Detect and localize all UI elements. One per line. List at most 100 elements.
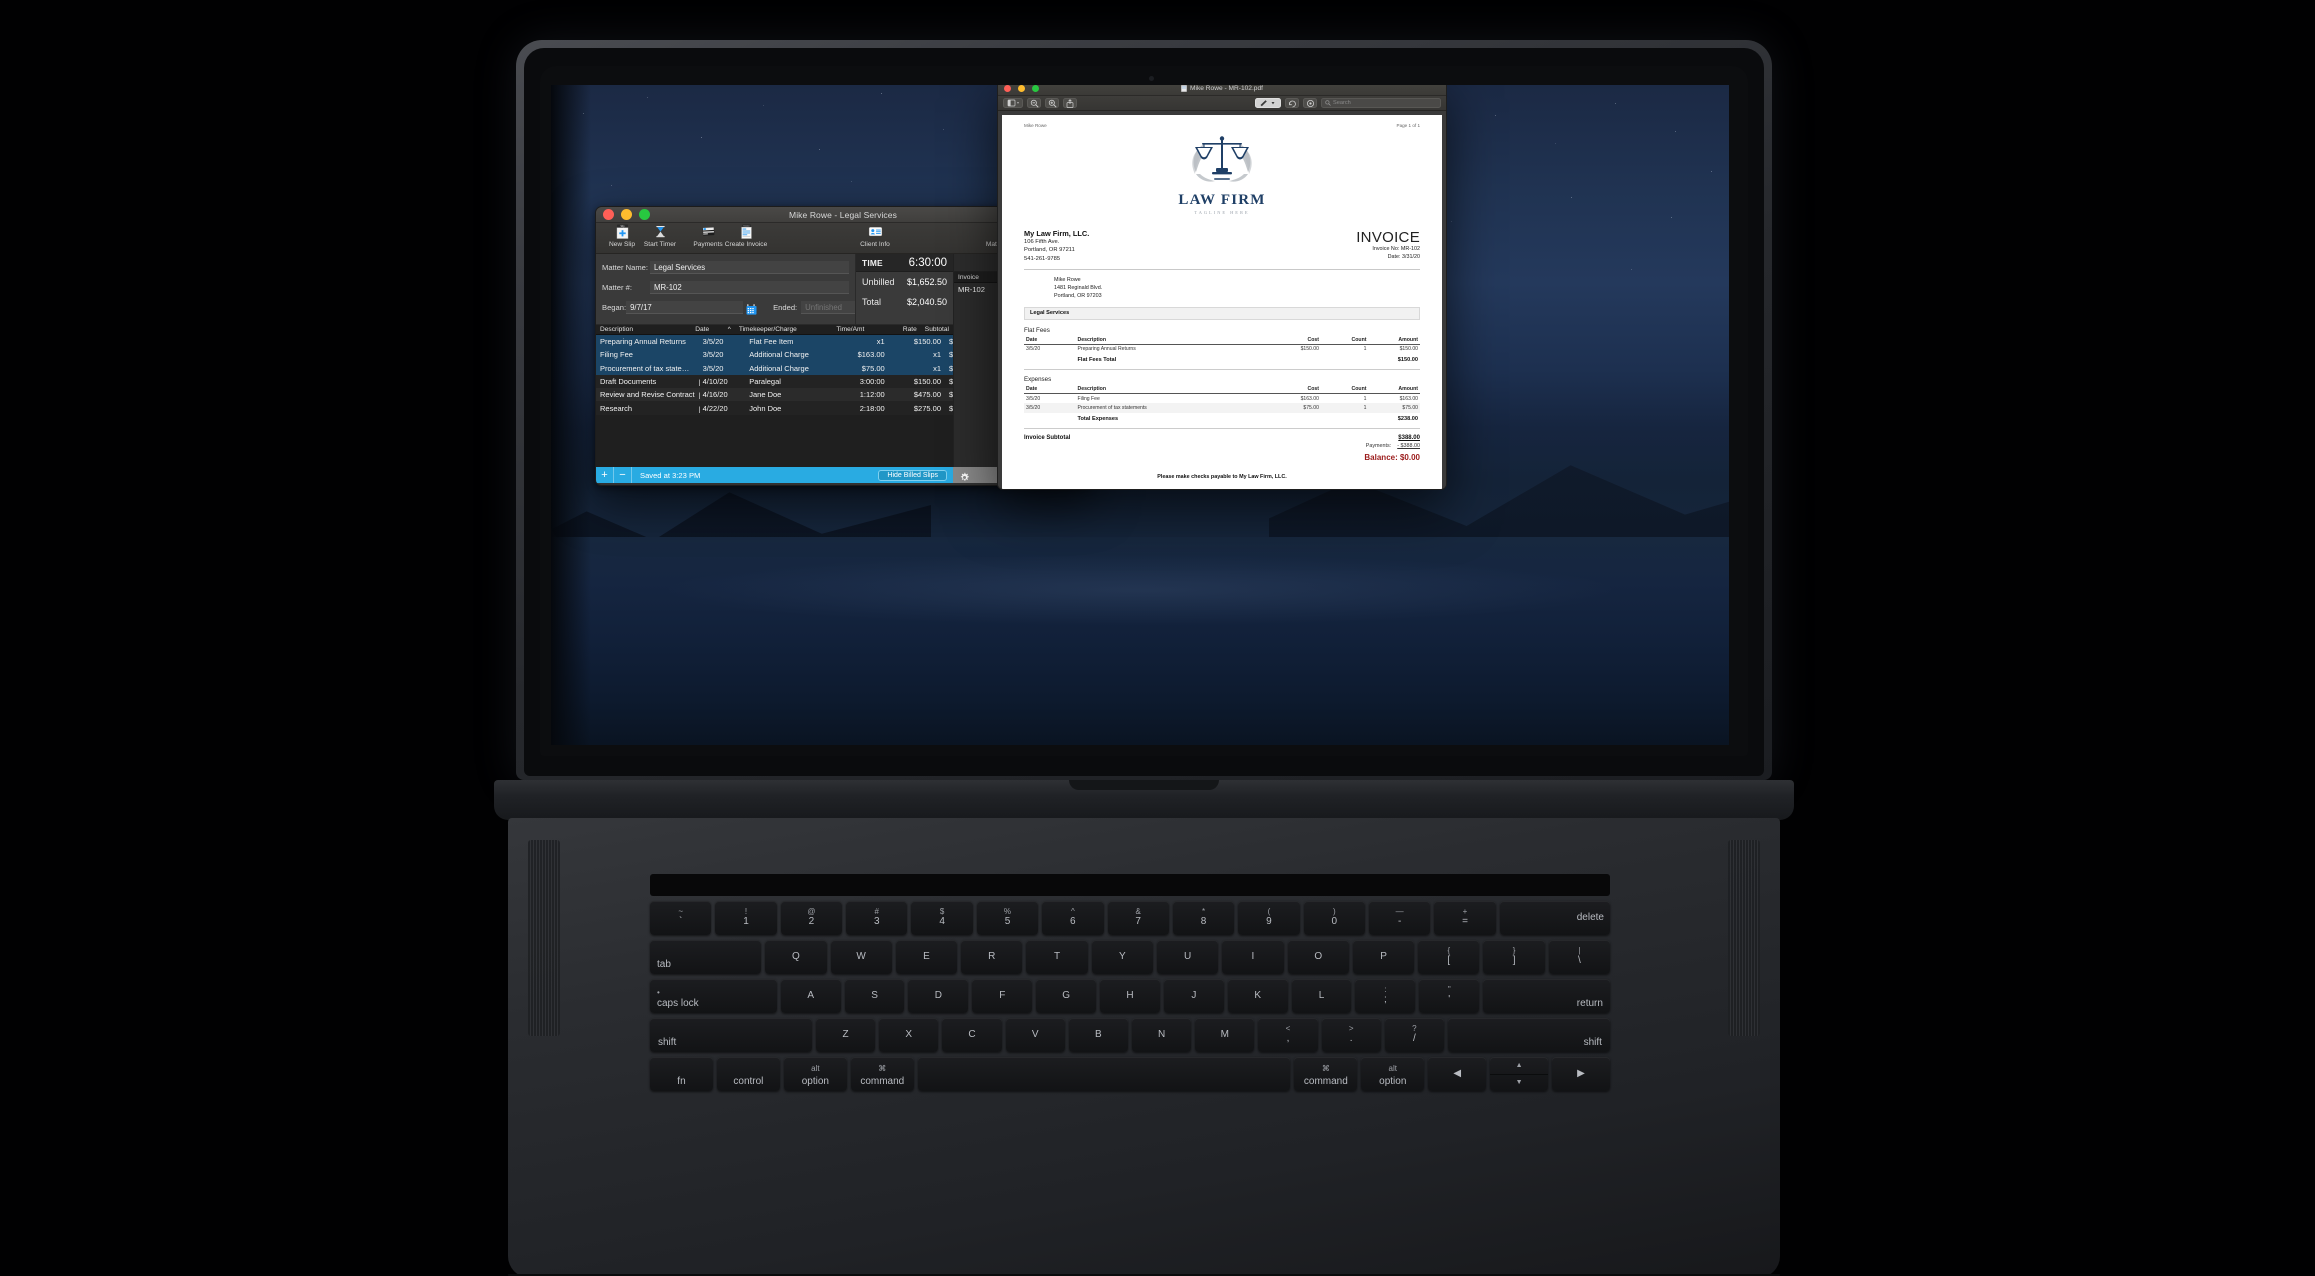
key--[interactable]: ▶ — [1552, 1057, 1610, 1091]
key-return[interactable]: return — [1483, 979, 1610, 1013]
matter-number-input[interactable] — [650, 281, 849, 294]
key-command[interactable]: ⌘ command — [1294, 1057, 1357, 1091]
key-8[interactable]: * 8 — [1173, 901, 1234, 935]
key-s[interactable]: S — [845, 979, 905, 1013]
key--[interactable]: + = — [1434, 901, 1495, 935]
toolbar-payments[interactable]: Payments — [689, 224, 727, 248]
table-row[interactable]: Preparing Annual Returns 3/5/20 Flat Fee I… — [596, 335, 953, 348]
key-g[interactable]: G — [1036, 979, 1096, 1013]
key-e[interactable]: E — [896, 940, 957, 974]
key-7[interactable]: & 7 — [1108, 901, 1169, 935]
key--[interactable]: | \ — [1549, 940, 1610, 974]
rotate-button[interactable] — [1285, 98, 1299, 108]
slips-col-rate[interactable]: Rate — [868, 326, 921, 333]
slips-col-description[interactable]: Description — [596, 326, 691, 333]
zoom-out-button[interactable] — [1027, 98, 1041, 108]
key-n[interactable]: N — [1132, 1018, 1191, 1052]
key-2[interactable]: @2 — [781, 901, 842, 935]
key-1[interactable]: ! 1 — [715, 901, 776, 935]
annotate-button[interactable] — [1303, 98, 1317, 108]
toolbar-start-timer[interactable]: Start Timer — [641, 224, 679, 248]
key-a[interactable]: A — [781, 979, 841, 1013]
slips-col-time-amt[interactable]: Time/Amt — [811, 326, 868, 333]
toolbar-client-info[interactable]: Client Info — [856, 224, 894, 248]
key-command[interactable]: ⌘ command — [851, 1057, 914, 1091]
slips-header-row[interactable]: Description Date ^ Timekeeper/Charge Tim… — [596, 324, 953, 335]
slips-rows[interactable]: Preparing Annual Returns 3/5/20 Flat Fee I… — [596, 335, 953, 467]
toolbar-new-slip[interactable]: Slip New Slip — [603, 224, 641, 248]
slips-col-subtotal[interactable]: Subtotal — [921, 326, 953, 333]
key-j[interactable]: J — [1164, 979, 1224, 1013]
key--[interactable]: ~ ` — [650, 901, 711, 935]
key-[interactable] — [918, 1057, 1291, 1091]
key-r[interactable]: R — [961, 940, 1022, 974]
hide-billed-slips-button[interactable]: Hide Billed Slips — [878, 470, 947, 481]
key-x[interactable]: X — [879, 1018, 938, 1052]
key-option[interactable]: alt option — [784, 1057, 847, 1091]
key-v[interactable]: V — [1006, 1018, 1065, 1052]
keyboard[interactable]: ~ `! 1 @2 #3 $4% 5 ^ 6 & 7 * 8(9) 0— - + = delete tab Q W E R… — [650, 874, 1610, 1096]
key-option[interactable]: alt option — [1361, 1057, 1424, 1091]
slips-col-date[interactable]: Date ^ — [691, 326, 735, 333]
key-control[interactable]: control — [717, 1057, 780, 1091]
key-shift[interactable]: shift — [1448, 1018, 1610, 1052]
key-b[interactable]: B — [1069, 1018, 1128, 1052]
toolbar-create-invoice[interactable]: Invoice Create Invoice — [727, 224, 765, 248]
key-up-down[interactable]: ▲ ▼ — [1490, 1057, 1548, 1091]
key-f[interactable]: F — [972, 979, 1032, 1013]
key-4[interactable]: $4 — [911, 901, 972, 935]
keyboard-row-zxcv[interactable]: shift Z X C V B N M <, >.? / shift — [650, 1018, 1610, 1052]
preview-pdf-window[interactable]: Mike Rowe - MR-102.pdf Search Mike Rowe … — [997, 85, 1447, 490]
key-w[interactable]: W — [831, 940, 892, 974]
pdf-titlebar[interactable]: Mike Rowe - MR-102.pdf — [998, 85, 1446, 96]
zoom-in-button[interactable] — [1045, 98, 1059, 108]
keyboard-row-numbers[interactable]: ~ `! 1 @2 #3 $4% 5 ^ 6 & 7 * 8(9) 0— - + = delete — [650, 901, 1610, 935]
key-delete[interactable]: delete — [1500, 901, 1610, 935]
began-date-input[interactable] — [626, 301, 743, 314]
keyboard-row-qwerty[interactable]: tab Q W E R T Y U I O P{[}] | \ — [650, 940, 1610, 974]
key-p[interactable]: P — [1353, 940, 1414, 974]
table-row[interactable]: Review and Revise Contract 4/16/20 Jane Do… — [596, 388, 953, 401]
slips-col-timekeeper[interactable]: Timekeeper/Charge — [735, 326, 812, 333]
key--[interactable]: :; — [1355, 979, 1415, 1013]
matter-name-input[interactable] — [650, 261, 849, 274]
key-t[interactable]: T — [1026, 940, 1087, 974]
invoices-col-invoice[interactable]: Invoice — [954, 274, 998, 281]
key-5[interactable]: % 5 — [977, 901, 1038, 935]
key-c[interactable]: C — [942, 1018, 1001, 1052]
key-arrow-up[interactable]: ▲ — [1490, 1057, 1548, 1075]
key-caps-lock[interactable]: • caps lock — [650, 979, 777, 1013]
key-o[interactable]: O — [1288, 940, 1349, 974]
key-9[interactable]: (9 — [1238, 901, 1299, 935]
key-0[interactable]: ) 0 — [1304, 901, 1365, 935]
key-q[interactable]: Q — [765, 940, 826, 974]
touch-bar[interactable] — [650, 874, 1610, 896]
gear-icon[interactable] — [959, 470, 970, 481]
key--[interactable]: ◀ — [1428, 1057, 1486, 1091]
keyboard-row-home[interactable]: • caps lock A S D F G H J K L:; " ' return — [650, 979, 1610, 1013]
key-arrow-down[interactable]: ▼ — [1490, 1075, 1548, 1092]
pdf-page-area[interactable]: Mike Rowe Page 1 of 1 LAW FIRM TAGLINE H… — [998, 111, 1446, 489]
key--[interactable]: }] — [1483, 940, 1544, 974]
key-i[interactable]: I — [1222, 940, 1283, 974]
key--[interactable]: — - — [1369, 901, 1430, 935]
table-row[interactable]: Procurement of tax state… 3/5/20 Additiona… — [596, 362, 953, 375]
key-l[interactable]: L — [1292, 979, 1352, 1013]
pdf-toolbar[interactable]: Search — [998, 96, 1446, 111]
key--[interactable]: ? / — [1385, 1018, 1444, 1052]
key-3[interactable]: #3 — [846, 901, 907, 935]
key-shift[interactable]: shift — [650, 1018, 812, 1052]
key-tab[interactable]: tab — [650, 940, 761, 974]
key-h[interactable]: H — [1100, 979, 1160, 1013]
key-k[interactable]: K — [1228, 979, 1288, 1013]
key-m[interactable]: M — [1195, 1018, 1254, 1052]
key-d[interactable]: D — [908, 979, 968, 1013]
key--[interactable]: {[ — [1418, 940, 1479, 974]
table-row[interactable]: Draft Documents 4/10/20 Paralegal 3:00:00 $1… — [596, 375, 953, 388]
add-slip-button[interactable]: + — [596, 467, 614, 483]
key--[interactable]: >. — [1322, 1018, 1381, 1052]
table-row[interactable]: Research4/22/20John Doe2:18:00$275.00$63… — [596, 401, 953, 414]
share-button[interactable] — [1063, 98, 1077, 108]
key-y[interactable]: Y — [1092, 940, 1153, 974]
keyboard-row-bottom[interactable]: fn control alt option ⌘ command ⌘ command alt opt… — [650, 1057, 1610, 1091]
